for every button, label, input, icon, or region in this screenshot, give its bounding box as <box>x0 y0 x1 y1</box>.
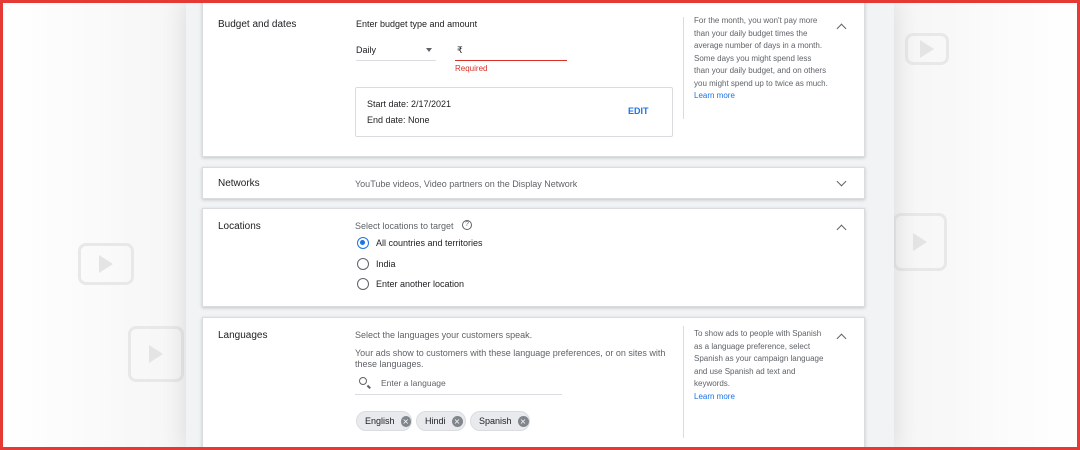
languages-label: Select the languages your customers spea… <box>355 330 533 340</box>
expand-chevron-icon[interactable] <box>836 176 847 187</box>
search-icon-handle <box>367 384 371 389</box>
locations-card: Locations Select locations to target ? A… <box>202 208 865 307</box>
divider <box>683 17 684 119</box>
language-chip-hindi: Hindi × <box>416 411 466 431</box>
collapse-chevron-icon[interactable] <box>836 224 847 235</box>
edit-dates-button[interactable]: EDIT <box>628 106 649 116</box>
end-date: End date: None <box>367 115 430 125</box>
youtube-logo-icon <box>128 326 184 382</box>
collapse-chevron-icon[interactable] <box>836 23 847 34</box>
help-text: To show ads to people with Spanish as a … <box>694 328 829 403</box>
radio-label: All countries and territories <box>376 238 483 248</box>
budget-amount-input[interactable]: ₹ <box>455 39 567 61</box>
collapse-chevron-icon[interactable] <box>836 333 847 344</box>
radio-india[interactable] <box>357 258 369 270</box>
help-text: For the month, you won't pay more than y… <box>694 15 829 103</box>
budget-dates-card: Budget and dates Enter budget type and a… <box>202 0 865 157</box>
divider <box>683 326 684 438</box>
budget-label: Enter budget type and amount <box>356 19 478 29</box>
radio-another-location[interactable] <box>357 278 369 290</box>
youtube-logo-icon <box>78 243 134 285</box>
language-chip-spanish: Spanish × <box>470 411 530 431</box>
dropdown-arrow-icon <box>426 48 432 52</box>
chip-label: English <box>365 416 395 426</box>
youtube-logo-icon <box>905 33 949 65</box>
currency-symbol: ₹ <box>457 45 463 55</box>
remove-chip-icon[interactable]: × <box>451 415 463 427</box>
error-text: Required <box>455 64 488 73</box>
radio-label: India <box>376 259 396 269</box>
radio-label: Enter another location <box>376 279 465 289</box>
search-icon <box>359 377 367 385</box>
chip-label: Spanish <box>479 416 512 426</box>
section-title: Languages <box>218 330 268 341</box>
remove-chip-icon[interactable]: × <box>517 415 529 427</box>
dates-box: Start date: 2/17/2021 End date: None EDI… <box>355 87 673 137</box>
languages-description: Your ads show to customers with these la… <box>355 348 666 369</box>
locations-label: Select locations to target <box>355 221 454 231</box>
youtube-logo-icon <box>893 213 947 271</box>
budget-type-value: Daily <box>356 45 377 55</box>
radio-all-countries[interactable] <box>357 237 369 249</box>
budget-type-select[interactable]: Daily <box>356 39 436 61</box>
section-title: Networks <box>218 178 260 189</box>
help-text-body: For the month, you won't pay more than y… <box>694 16 828 88</box>
section-title: Locations <box>218 221 261 232</box>
language-chip-english: English × <box>356 411 412 431</box>
search-placeholder: Enter a language <box>381 378 446 388</box>
networks-summary: YouTube videos, Video partners on the Di… <box>355 179 578 189</box>
learn-more-link[interactable]: Learn more <box>694 90 829 103</box>
section-title: Budget and dates <box>218 19 297 30</box>
help-icon[interactable]: ? <box>462 220 472 230</box>
start-date: Start date: 2/17/2021 <box>367 99 452 109</box>
networks-card[interactable]: Networks YouTube videos, Video partners … <box>202 167 865 199</box>
remove-chip-icon[interactable]: × <box>400 415 411 427</box>
learn-more-link[interactable]: Learn more <box>694 391 829 404</box>
language-search-input[interactable]: Enter a language <box>355 373 562 395</box>
languages-card: Languages Select the languages your cust… <box>202 317 865 450</box>
help-text-body: To show ads to people with Spanish as a … <box>694 329 824 388</box>
chip-label: Hindi <box>425 416 446 426</box>
